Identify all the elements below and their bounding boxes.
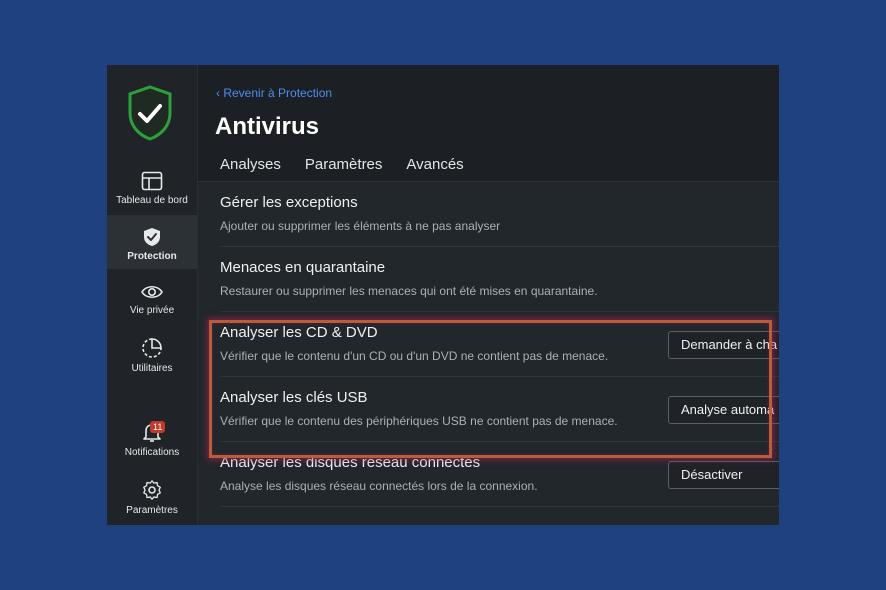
sidebar-item-privacy[interactable]: Vie privée xyxy=(107,283,197,325)
sidebar-item-notifications[interactable]: 11 Notifications xyxy=(107,421,197,463)
notification-badge: 11 xyxy=(150,421,166,433)
setting-description: Vérifier que le contenu des périphérique… xyxy=(220,414,618,428)
main-panel: ‹ Revenir à Protection Antivirus Analyse… xyxy=(198,65,779,525)
setting-title: Analyser les clés USB xyxy=(220,389,368,406)
setting-row-cd-dvd: Analyser les CD & DVD Vérifier que le co… xyxy=(220,312,779,377)
setting-title: Menaces en quarantaine xyxy=(220,259,386,276)
sidebar-item-label: Tableau de bord xyxy=(116,195,188,206)
utilities-icon xyxy=(142,338,162,358)
sidebar-item-dashboard[interactable]: Tableau de bord xyxy=(107,171,197,213)
chevron-left-icon: ‹ xyxy=(216,86,220,100)
setting-description: Restaurer ou supprimer les menaces qui o… xyxy=(220,284,598,298)
back-link-label: Revenir à Protection xyxy=(223,86,333,100)
gear-icon xyxy=(143,480,161,500)
sidebar-item-label: Vie privée xyxy=(129,305,175,316)
shield-icon xyxy=(144,228,160,246)
tab-avances[interactable]: Avancés xyxy=(406,156,463,183)
setting-row-network-drives: Analyser les disques réseau connectés An… xyxy=(220,442,779,507)
cd-dvd-dropdown[interactable]: Demander à cha xyxy=(668,331,779,359)
setting-description: Analyse les disques réseau connectés lor… xyxy=(220,479,538,493)
setting-title: Analyser les disques réseau connectés xyxy=(220,454,481,471)
sidebar-item-utilities[interactable]: Utilitaires xyxy=(107,337,197,379)
setting-row-exceptions[interactable]: Gérer les exceptions Ajouter ou supprime… xyxy=(220,182,779,247)
tab-parametres[interactable]: Paramètres xyxy=(304,156,383,183)
antivirus-window: Tableau de bord Protection Vie privée Ut… xyxy=(107,65,779,525)
network-drives-dropdown[interactable]: Désactiver xyxy=(668,461,779,489)
setting-title: Gérer les exceptions xyxy=(220,194,358,211)
sidebar-item-label: Notifications xyxy=(124,447,180,458)
eye-icon xyxy=(141,285,163,299)
setting-row-usb: Analyser les clés USB Vérifier que le co… xyxy=(220,377,779,442)
sidebar-item-label: Protection xyxy=(127,251,177,262)
setting-description: Ajouter ou supprimer les éléments à ne p… xyxy=(220,219,501,233)
sidebar: Tableau de bord Protection Vie privée Ut… xyxy=(107,65,198,525)
back-link[interactable]: ‹ Revenir à Protection xyxy=(216,86,332,100)
settings-list: Gérer les exceptions Ajouter ou supprime… xyxy=(198,182,779,525)
sidebar-item-settings[interactable]: Paramètres xyxy=(107,479,197,521)
tab-bar: Analyses Paramètres Avancés xyxy=(220,156,464,183)
sidebar-item-protection[interactable]: Protection xyxy=(107,215,197,269)
sidebar-item-label: Utilitaires xyxy=(131,363,173,374)
dashboard-icon xyxy=(141,171,163,191)
tab-analyses[interactable]: Analyses xyxy=(220,156,281,183)
setting-title: Analyser les CD & DVD xyxy=(220,324,378,341)
page-title: Antivirus xyxy=(215,113,320,140)
setting-row-quarantine[interactable]: Menaces en quarantaine Restaurer ou supp… xyxy=(220,247,779,312)
shield-logo-icon xyxy=(127,85,173,141)
sidebar-item-label: Paramètres xyxy=(126,505,178,516)
usb-dropdown[interactable]: Analyse automa xyxy=(668,396,779,424)
setting-description: Vérifier que le contenu d'un CD ou d'un … xyxy=(220,349,609,363)
